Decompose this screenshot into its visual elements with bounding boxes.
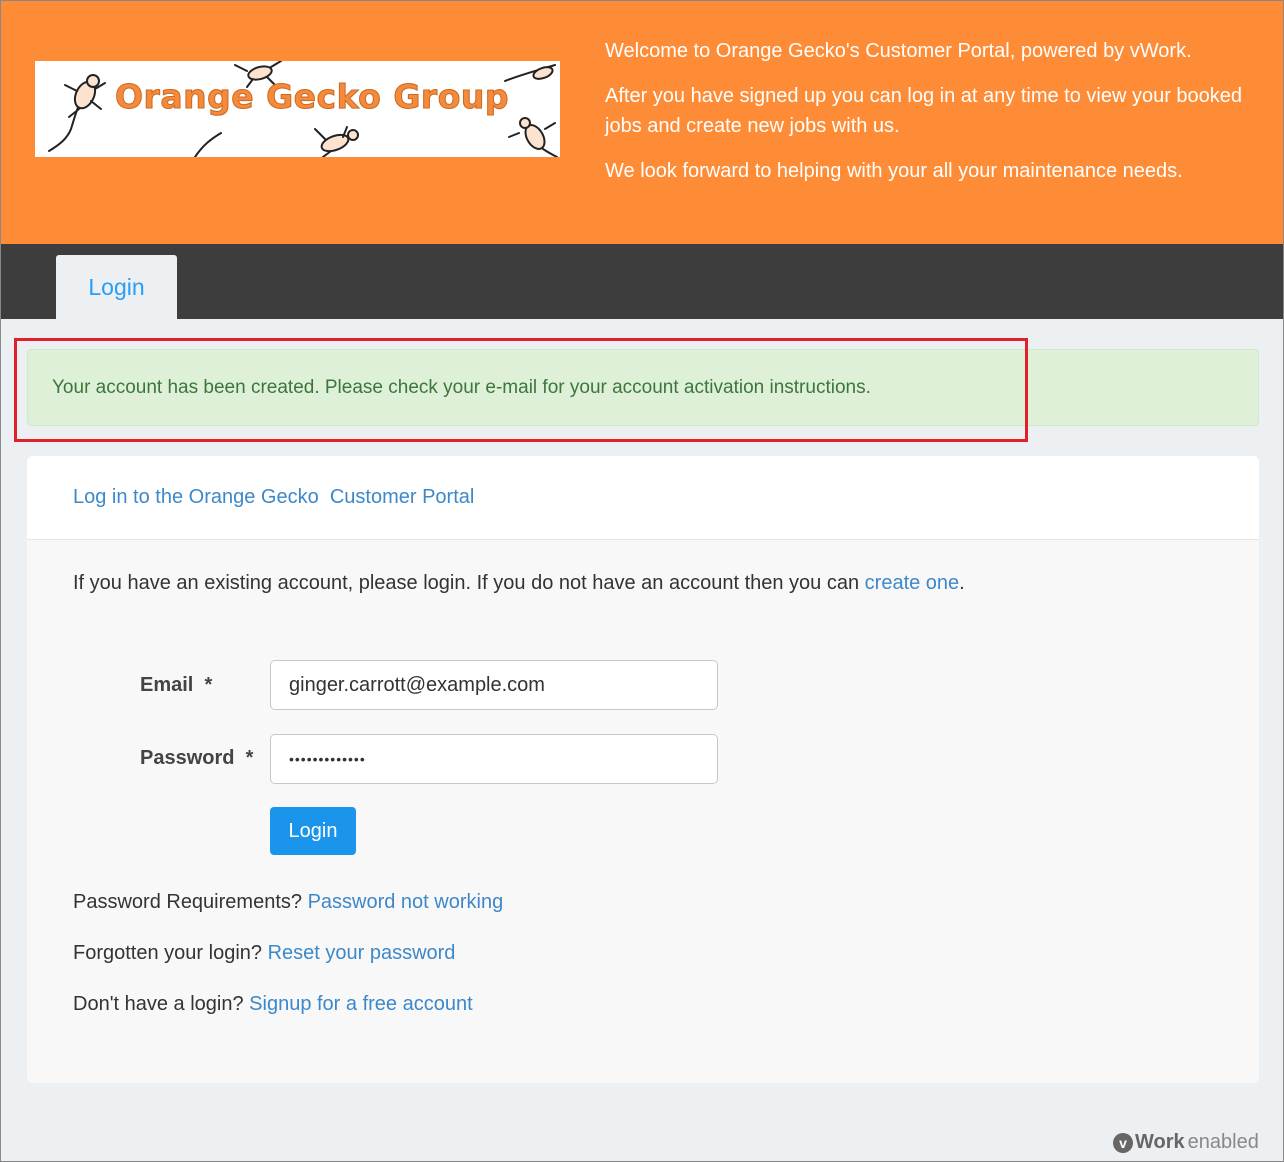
help-text: Forgotten your login? [73, 942, 268, 964]
forgotten-login-line: Forgotten your login? Reset your passwor… [73, 942, 455, 965]
alert-highlight-box [14, 338, 1028, 442]
password-requirements-line: Password Requirements? Password not work… [73, 891, 503, 914]
panel-title-text: Log in to the Orange Gecko Customer Port… [73, 486, 475, 508]
password-label-text: Password [140, 747, 235, 769]
login-button[interactable]: Login [270, 807, 356, 855]
help-text: Don't have a login? [73, 993, 250, 1015]
password-field[interactable] [270, 734, 718, 784]
password-label: Password * [140, 747, 253, 770]
password-not-working-link[interactable]: Password not working [308, 891, 504, 913]
welcome-line: After you have signed up you can log in … [605, 85, 1243, 137]
required-mark: * [245, 747, 254, 769]
welcome-line: Welcome to Orange Gecko's Customer Porta… [605, 40, 1192, 62]
brand-enabled: enabled [1187, 1131, 1259, 1153]
signup-free-account-link[interactable]: Signup for a free account [249, 993, 472, 1015]
panel-title: Log in to the Orange Gecko Customer Port… [27, 456, 1259, 540]
required-mark: * [204, 674, 213, 696]
help-text: Password Requirements? [73, 891, 308, 913]
intro-end: . [959, 572, 965, 594]
reset-password-link[interactable]: Reset your password [268, 942, 456, 964]
create-account-link[interactable]: create one [865, 572, 960, 594]
brand-work: Work [1135, 1131, 1185, 1153]
welcome-message: Welcome to Orange Gecko's Customer Porta… [605, 36, 1245, 201]
email-label-text: Email [140, 674, 194, 696]
vwork-enabled-badge: v Work enabled [1113, 1131, 1259, 1154]
navbar: Login [0, 244, 1284, 319]
email-label: Email * [140, 674, 212, 697]
signup-line: Don't have a login? Signup for a free ac… [73, 993, 473, 1016]
orange-gecko-logo: Orange Gecko Group [35, 61, 560, 157]
vwork-logo-icon: v [1113, 1132, 1133, 1153]
email-field[interactable] [270, 660, 718, 710]
tab-login[interactable]: Login [56, 255, 177, 319]
login-panel: Log in to the Orange Gecko Customer Port… [27, 456, 1259, 1083]
header-banner: Orange Gecko Group Welcome to Orange Gec… [0, 0, 1284, 244]
intro-text: If you have an existing account, please … [73, 572, 965, 595]
welcome-line: We look forward to helping with your all… [605, 160, 1183, 182]
intro-sentence: If you have an existing account, please … [73, 572, 865, 594]
logo-wordmark: Orange Gecko Group [115, 77, 509, 117]
